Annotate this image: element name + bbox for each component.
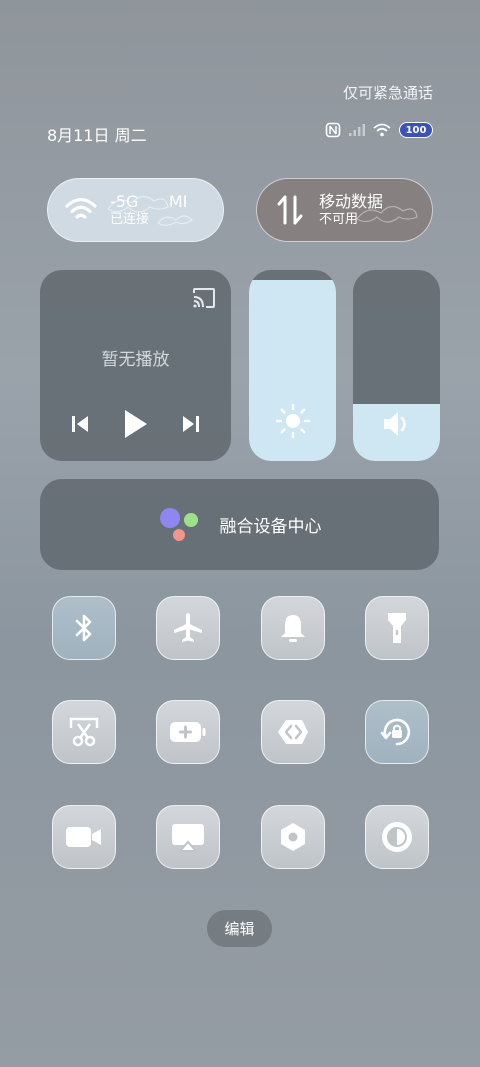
previous-track-icon[interactable]	[69, 413, 91, 435]
dark-mode-icon	[382, 822, 412, 852]
direct-connect-toggle[interactable]	[261, 700, 325, 764]
wifi-icon	[65, 197, 97, 219]
screen-cast-icon	[172, 824, 204, 852]
bluetooth-icon	[75, 614, 92, 642]
mobile-data-title: 移动数据	[319, 191, 384, 211]
cast-icon[interactable]	[191, 287, 217, 309]
wifi-network-name-suffix: MI	[168, 191, 188, 211]
video-icon	[66, 827, 101, 847]
settings-toggle[interactable]	[261, 805, 325, 869]
wifi-status: 已连接	[110, 211, 150, 227]
brightness-slider[interactable]	[249, 270, 336, 461]
status-icons: 100	[325, 122, 433, 138]
direct-connect-icon	[278, 720, 308, 744]
mobile-data-arrows-icon	[277, 195, 303, 225]
wifi-tile[interactable]: -5G MI 已连接	[47, 178, 224, 242]
rotation-lock-toggle[interactable]	[365, 700, 429, 764]
battery-saver-icon	[170, 722, 206, 742]
edit-button[interactable]: 编辑	[207, 910, 272, 947]
fusion-device-icon	[159, 507, 198, 541]
emergency-calls-only-text: 仅可紧急通话	[342, 84, 433, 102]
screen-cast-toggle[interactable]	[156, 805, 220, 869]
bell-icon	[281, 615, 305, 642]
fusion-device-center-card[interactable]: 融合设备中心	[40, 479, 439, 570]
flashlight-toggle[interactable]	[365, 596, 429, 660]
wifi-network-name: -5G	[110, 191, 139, 211]
airplane-icon	[174, 613, 202, 642]
no-playback-text: 暂无播放	[101, 350, 170, 370]
mobile-data-status: 不可用	[319, 211, 359, 227]
flashlight-icon	[388, 613, 406, 643]
signal-icon	[349, 124, 365, 136]
speaker-icon	[383, 412, 406, 436]
battery-level: 100	[405, 124, 427, 136]
mobile-data-tile[interactable]: 移动数据 不可用	[256, 178, 433, 242]
airplane-mode-toggle[interactable]	[156, 596, 220, 660]
screenshot-icon	[69, 717, 99, 747]
sun-icon	[275, 403, 310, 439]
settings-hexagon-icon	[281, 823, 305, 851]
notification-toggle[interactable]	[261, 596, 325, 660]
next-track-icon[interactable]	[180, 413, 202, 435]
play-icon[interactable]	[121, 408, 149, 440]
wifi-icon	[373, 123, 391, 137]
dark-mode-toggle[interactable]	[365, 805, 429, 869]
screenshot-toggle[interactable]	[52, 700, 116, 764]
nfc-icon	[325, 122, 341, 138]
date-text: 8月11日 周二	[47, 126, 147, 145]
battery-icon: 100	[399, 122, 433, 138]
bluetooth-toggle[interactable]	[52, 596, 116, 660]
media-player-card[interactable]: 暂无播放	[40, 270, 231, 461]
rotation-lock-icon	[380, 718, 411, 746]
video-toggle[interactable]	[52, 805, 116, 869]
fusion-device-center-label: 融合设备中心	[219, 517, 322, 537]
volume-slider[interactable]	[353, 270, 440, 461]
battery-saver-toggle[interactable]	[156, 700, 220, 764]
